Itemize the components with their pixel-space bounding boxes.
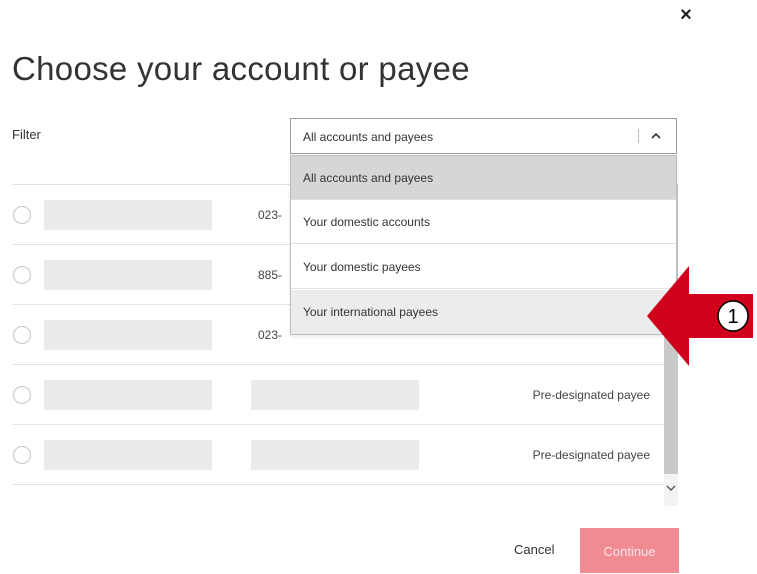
filter-label: Filter bbox=[12, 127, 41, 142]
filter-dropdown-menu: All accounts and payees Your domestic ac… bbox=[290, 155, 677, 335]
payee-name-placeholder bbox=[44, 440, 212, 470]
account-number-placeholder bbox=[251, 440, 419, 470]
account-number: 885- bbox=[258, 268, 283, 282]
callout-number: 1 bbox=[727, 306, 738, 328]
chevron-up-icon bbox=[651, 132, 661, 139]
payee-type: Pre-designated payee bbox=[532, 388, 650, 402]
account-number: 023- bbox=[258, 328, 283, 342]
close-button[interactable]: × bbox=[675, 4, 697, 26]
payee-type: Pre-designated payee bbox=[532, 448, 650, 462]
account-number: 023- bbox=[258, 208, 283, 222]
radio-button[interactable] bbox=[13, 446, 31, 464]
radio-button[interactable] bbox=[13, 206, 31, 224]
dropdown-option-domestic-accounts[interactable]: Your domestic accounts bbox=[291, 200, 676, 244]
account-name-placeholder bbox=[44, 320, 212, 350]
list-item[interactable]: Pre-designated payee bbox=[12, 424, 664, 485]
filter-select[interactable]: All accounts and payees bbox=[290, 118, 677, 154]
account-name-placeholder bbox=[44, 200, 212, 230]
close-icon: × bbox=[680, 4, 692, 26]
page-title: Choose your account or payee bbox=[12, 50, 470, 87]
select-divider bbox=[638, 129, 639, 143]
account-number-placeholder bbox=[251, 380, 419, 410]
payee-name-placeholder bbox=[44, 380, 212, 410]
list-item[interactable] bbox=[12, 484, 664, 506]
list-item[interactable]: Pre-designated payee bbox=[12, 364, 664, 425]
cancel-button[interactable]: Cancel bbox=[514, 542, 554, 557]
continue-button[interactable]: Continue bbox=[580, 528, 679, 573]
account-name-placeholder bbox=[44, 260, 212, 290]
dropdown-option-international-payees[interactable]: Your international payees bbox=[291, 290, 676, 334]
chevron-down-icon[interactable] bbox=[664, 480, 678, 496]
radio-button[interactable] bbox=[13, 326, 31, 344]
dropdown-option-all[interactable]: All accounts and payees bbox=[291, 156, 676, 200]
callout-arrow: 1 bbox=[647, 266, 753, 366]
radio-button[interactable] bbox=[13, 386, 31, 404]
radio-button[interactable] bbox=[13, 266, 31, 284]
filter-selected-value: All accounts and payees bbox=[303, 130, 434, 144]
dropdown-option-domestic-payees[interactable]: Your domestic payees bbox=[291, 245, 676, 289]
